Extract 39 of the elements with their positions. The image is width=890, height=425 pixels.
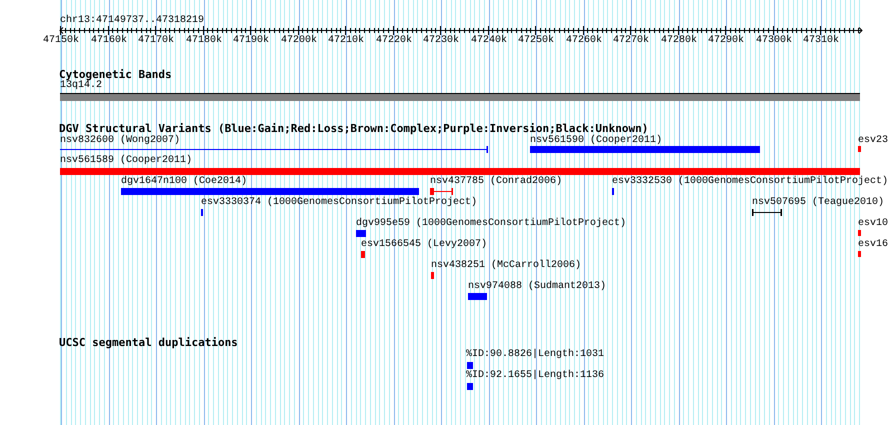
feature-label: 13q14.2 [60, 80, 102, 92]
feature-label: nsv561590 (Cooper2011) [530, 135, 662, 147]
feature-label: %ID:92.1655|Length:1136 [466, 370, 604, 382]
tick-label: 47170k [136, 35, 175, 47]
track-title: DGV Structural Variants (Blue:Gain;Red:Loss;Brown:Complex;Purple:Inversion;Black:Unknown) [59, 122, 648, 135]
tick-label: 47200k [280, 35, 318, 47]
feature-label: esv1566545 (Levy2007) [361, 239, 488, 251]
track-title: UCSC segmental duplications [59, 336, 238, 349]
feature-label: %ID:90.8826|Length:1031 [466, 349, 604, 361]
feature-label: nsv561589 (Cooper2011) [60, 155, 192, 167]
tick-label: 47220k [374, 35, 413, 47]
tick-label: 47150k [42, 35, 80, 47]
feature-label: nsv437785 (Conrad2006) [430, 176, 562, 188]
tick-label: 47260k [564, 35, 603, 47]
tick-label: 47280k [660, 35, 698, 47]
tick-label: 47230k [422, 35, 460, 47]
feature-label: esv3332530 (1000GenomesConsortiumPilotProject) [612, 176, 888, 188]
feature-label: nsv832600 (Wong2007) [60, 135, 180, 147]
track-title: Cytogenetic Bands [59, 68, 172, 81]
feature-label: esv10 [858, 218, 888, 230]
tick-label: 47190k [232, 35, 270, 47]
feature-label: esv16 [858, 239, 888, 251]
feature-label: dgv995e59 (1000GenomesConsortiumPilotProject) [356, 218, 626, 230]
tick-label: 47300k [754, 35, 793, 47]
tick-label: 47270k [612, 35, 650, 47]
feature-label: nsv507695 (Teague2010) [752, 197, 884, 209]
tick-label: 47210k [326, 35, 365, 47]
tick-label: 47240k [470, 35, 508, 47]
feature-label: nsv974088 (Sudmant2013) [468, 281, 606, 293]
tick-label: 47180k [184, 35, 223, 47]
location-label: chr13:47149737..47318219 [60, 15, 204, 27]
feature-label: dgv1647n100 (Coe2014) [121, 176, 248, 188]
feature-label: nsv438251 (McCarroll2006) [431, 260, 582, 272]
tick-label: 47250k [516, 35, 555, 47]
tick-label: 47290k [706, 35, 745, 47]
tick-label: 47160k [90, 35, 128, 47]
feature-label: esv3330374 (1000GenomesConsortiumPilotProject) [201, 197, 478, 209]
feature-label: esv23 [858, 135, 888, 147]
tick-label: 47310k [802, 35, 840, 47]
